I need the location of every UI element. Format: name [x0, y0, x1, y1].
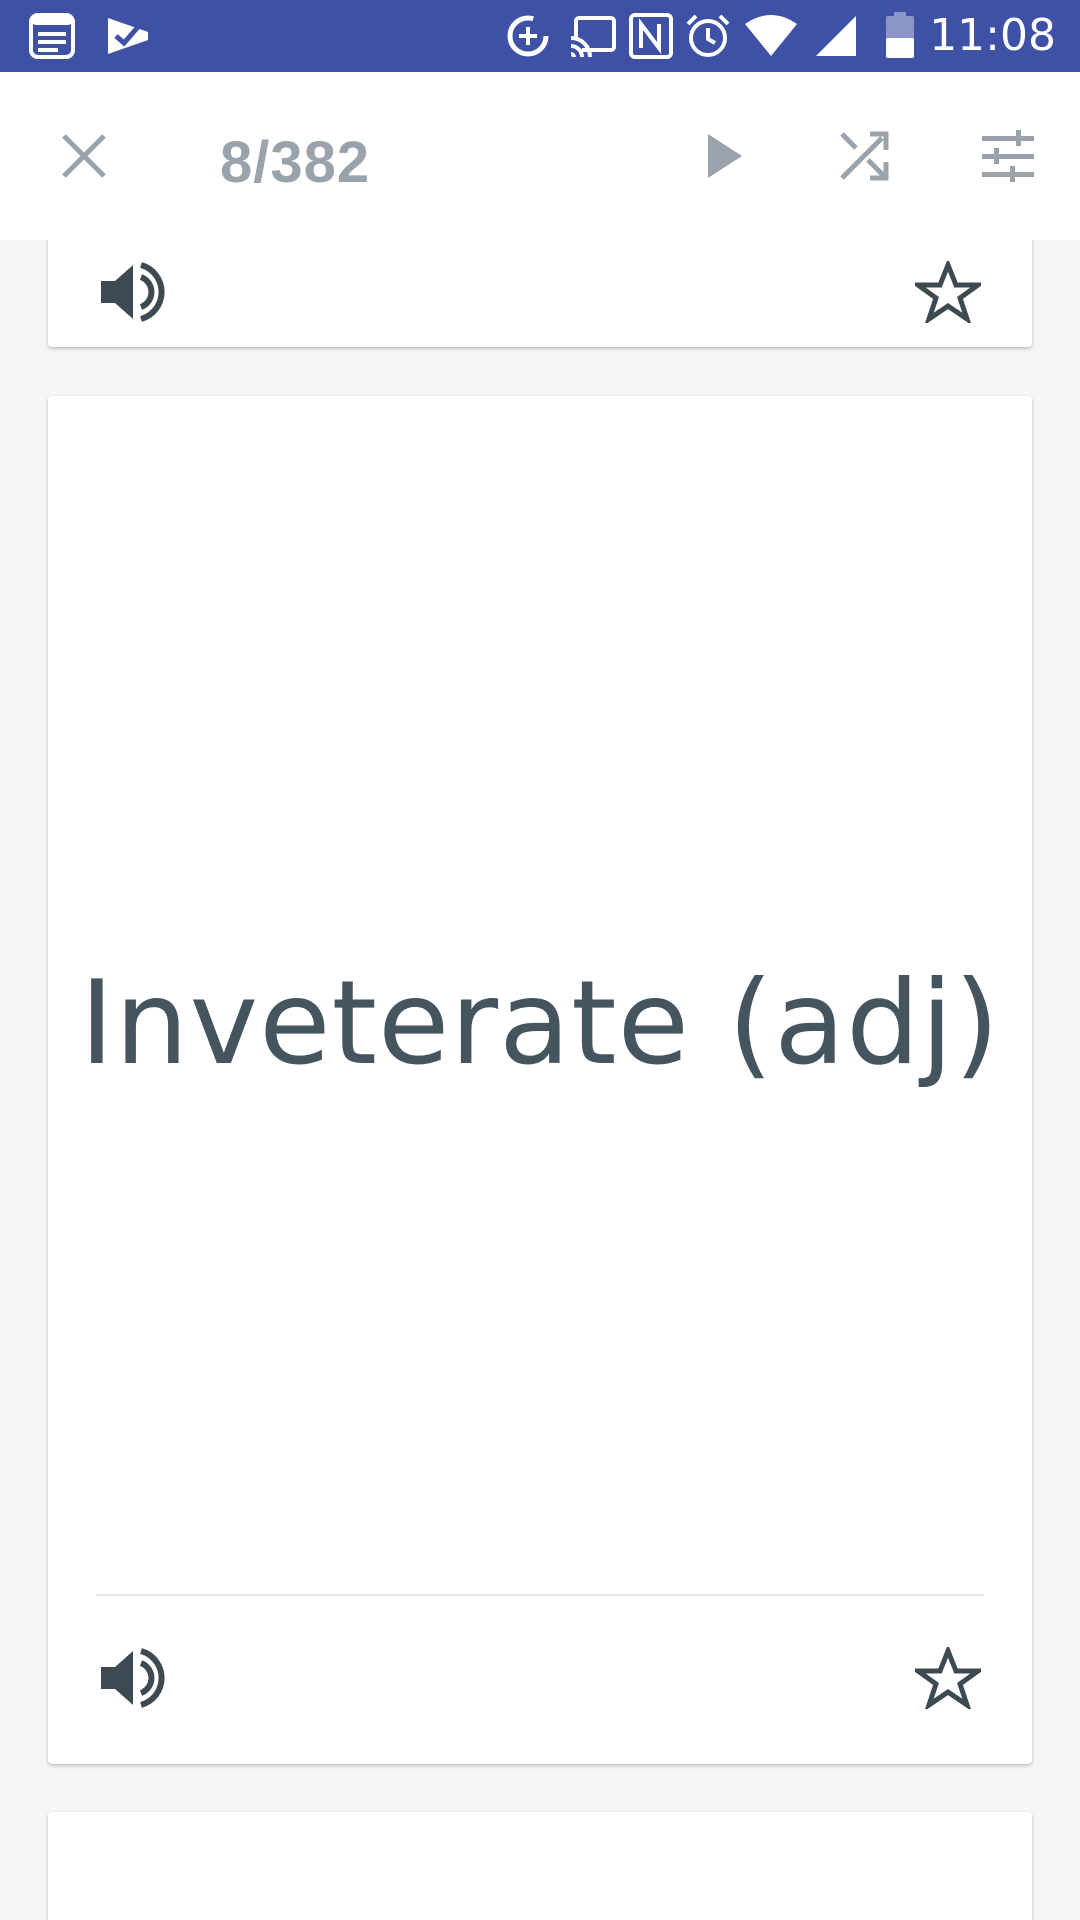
card-divider	[96, 1594, 984, 1596]
speaker-icon	[99, 1647, 165, 1714]
toolbar: 8/382	[0, 72, 1080, 240]
audio-button[interactable]	[92, 1640, 172, 1720]
shuffle-icon	[836, 128, 892, 189]
data-saver-icon	[504, 12, 552, 60]
previous-audio-button[interactable]	[92, 254, 172, 334]
previous-card[interactable]	[48, 240, 1032, 347]
status-bar: 11:08	[0, 0, 1080, 72]
card-list[interactable]: Inveterate (adj)	[0, 240, 1080, 1920]
play-button[interactable]	[688, 122, 760, 194]
settings-button[interactable]	[972, 122, 1044, 194]
card-term: Inveterate (adj)	[79, 956, 1001, 1091]
settings-sliders-icon	[980, 129, 1036, 187]
close-icon	[59, 131, 109, 186]
star-icon	[910, 1643, 986, 1714]
nfc-icon	[628, 12, 676, 60]
tasks-check-icon	[104, 12, 152, 60]
star-icon	[910, 257, 986, 328]
card-counter: 8/382	[220, 130, 371, 195]
previous-favorite-button[interactable]	[908, 254, 988, 334]
battery-icon	[884, 12, 932, 60]
cast-icon	[568, 12, 616, 60]
status-time: 11:08	[929, 10, 1056, 61]
play-icon	[702, 132, 746, 185]
wifi-icon	[744, 12, 797, 60]
flashcard[interactable]: Inveterate (adj)	[48, 396, 1032, 1764]
notes-app-icon	[28, 12, 76, 60]
alarm-icon	[684, 12, 732, 60]
favorite-button[interactable]	[908, 1640, 988, 1720]
shuffle-button[interactable]	[828, 122, 900, 194]
speaker-icon	[99, 261, 165, 328]
close-button[interactable]	[48, 122, 120, 194]
signal-icon	[812, 12, 860, 60]
next-card[interactable]	[48, 1812, 1032, 1920]
